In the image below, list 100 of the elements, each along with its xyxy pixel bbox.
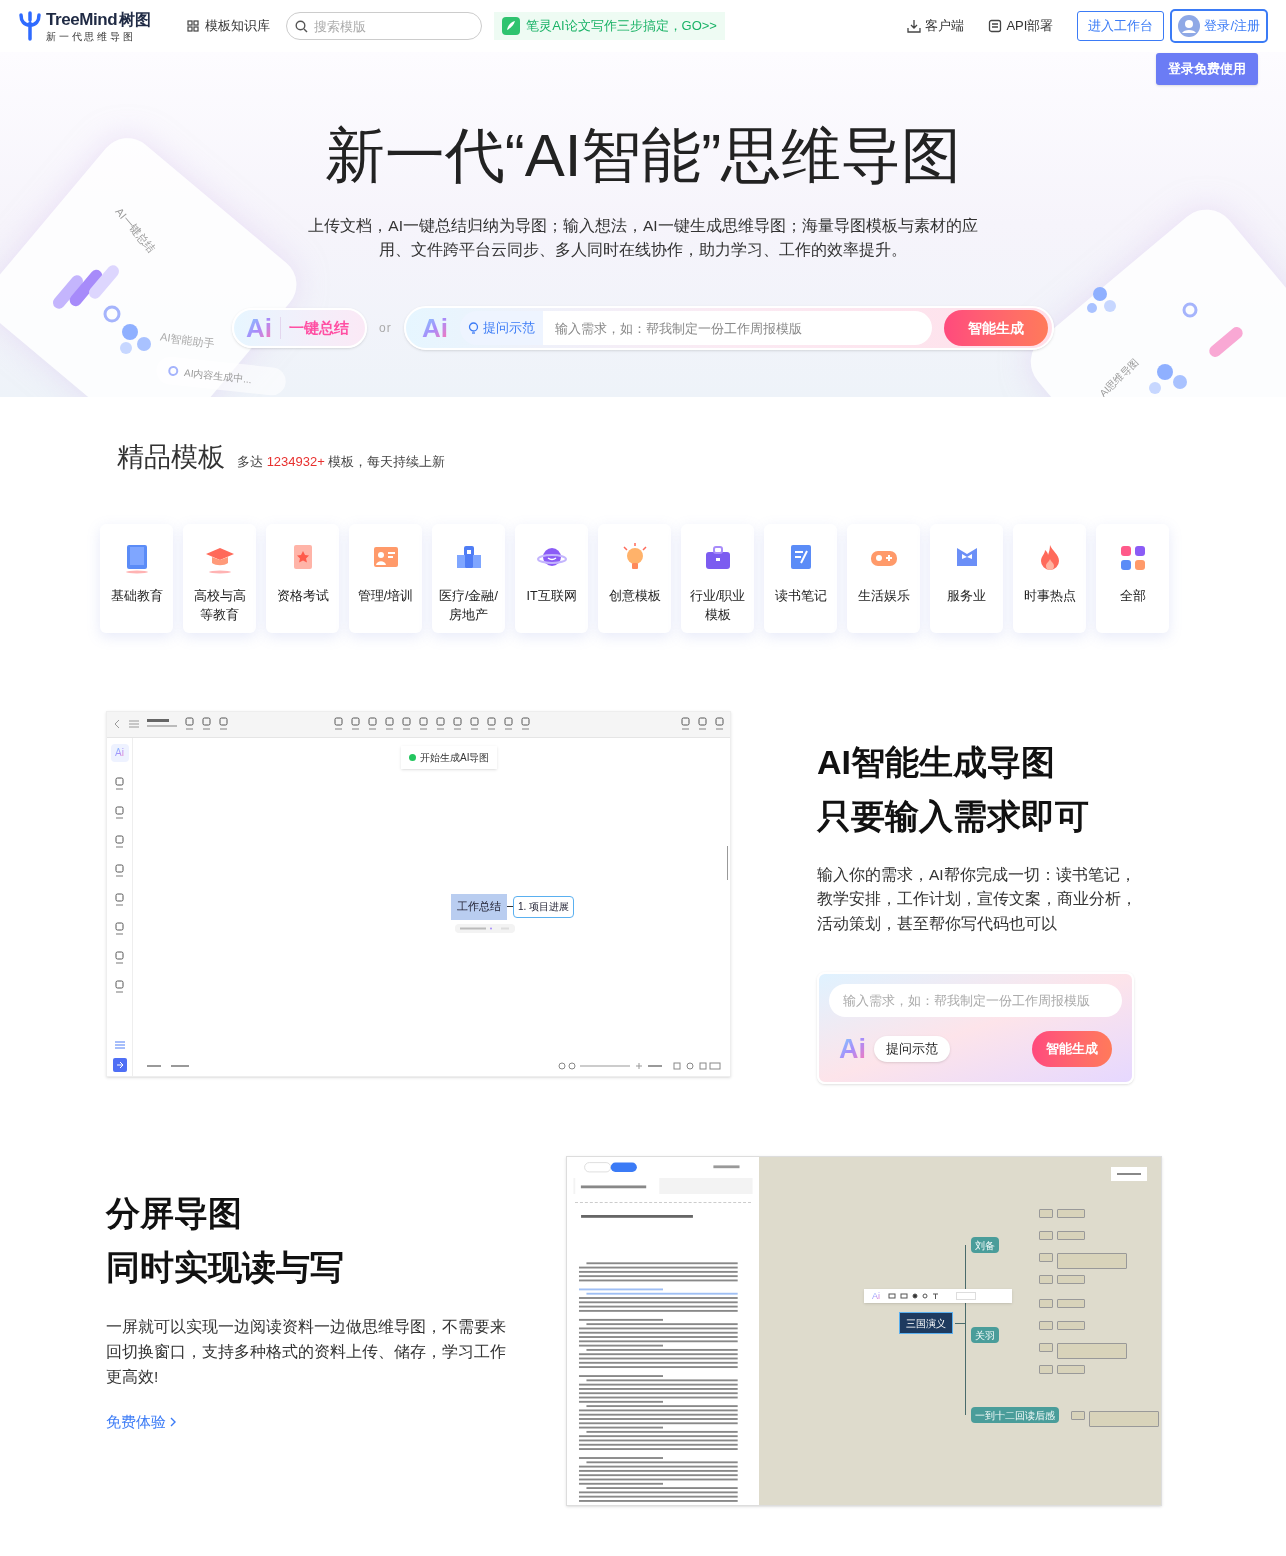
sidebar-button[interactable]	[115, 863, 124, 878]
chevron-right-icon	[170, 1417, 176, 1428]
template-category-card[interactable]: 创意模板	[598, 523, 671, 633]
logo-name: TreeMind	[46, 10, 118, 28]
mindmap-node	[1039, 1209, 1053, 1218]
mindmap-node	[1039, 1299, 1053, 1308]
generating-status-drawing	[455, 923, 515, 933]
free-trial-link[interactable]: 免费体验	[106, 1411, 176, 1434]
download-icon	[907, 19, 922, 33]
section-title: 精品模板	[117, 441, 225, 474]
mindmap-icon[interactable]	[112, 1057, 127, 1072]
decor-label: AI智能助手	[159, 329, 216, 352]
template-category-card[interactable]: 基础教育	[100, 523, 173, 633]
mindmap-branch-node: 刘备	[971, 1237, 999, 1253]
toolbar-button[interactable]	[715, 717, 724, 731]
mindmap-node	[1089, 1411, 1159, 1427]
decor-card-label: AI一键总结	[112, 204, 159, 257]
mindmap-node	[1057, 1275, 1085, 1284]
hero-title: 新一代“AI智能”思维导图	[324, 121, 962, 191]
example-chip[interactable]: 提问示范	[874, 1036, 950, 1062]
server-icon	[988, 19, 1003, 33]
search-field[interactable]: 搜索模版	[286, 12, 483, 40]
template-category-card[interactable]: 管理/培训	[349, 523, 422, 633]
template-category-card[interactable]: 高校与高等教育	[183, 523, 256, 633]
font-size-field[interactable]	[956, 1292, 976, 1300]
mindmap-branch-node: 一到十二回读后感	[971, 1407, 1059, 1423]
toolbar-button[interactable]	[453, 717, 462, 731]
ai-input-field[interactable]: 输入需求，如：帮我制定一份工作周报模版	[543, 311, 933, 345]
logo-tagline: 新 一 代 思 维 导 图	[46, 31, 134, 42]
template-category-card[interactable]: 时事热点	[1013, 523, 1086, 633]
feature-heading: 只要输入需求即可	[817, 795, 1090, 837]
mindmap-node	[1039, 1253, 1053, 1262]
workspace-button[interactable]: 进入工作台	[1077, 11, 1165, 41]
sidebar-button[interactable]	[115, 921, 124, 936]
template-category-card[interactable]: 服务业	[930, 523, 1003, 633]
decor-card-label: AI思维导图	[1096, 355, 1142, 397]
template-category-card[interactable]: 行业/职业模板	[681, 523, 754, 633]
toolbar-button[interactable]	[504, 717, 513, 731]
toolbar-button[interactable]	[334, 717, 343, 731]
toolbar-button[interactable]	[419, 717, 428, 731]
template-category-card[interactable]: 读书笔记	[764, 523, 837, 633]
template-category-card[interactable]: 全部	[1096, 523, 1169, 633]
sidebar-button[interactable]	[115, 892, 124, 907]
mindmap-node	[1071, 1411, 1085, 1420]
toolbar-button[interactable]	[698, 717, 707, 731]
mindmap-root-node: 工作总结	[451, 893, 507, 920]
mindmap-node	[1057, 1343, 1127, 1359]
toolbar-button[interactable]	[436, 717, 445, 731]
mindmap-node	[1057, 1209, 1085, 1218]
mindmap-node	[1057, 1253, 1127, 1269]
mindmap-child-node: 1. 项目进展	[513, 895, 575, 918]
check-icon	[409, 753, 416, 761]
back-icon[interactable]	[113, 719, 121, 729]
login-button[interactable]: 登录/注册	[1170, 9, 1268, 43]
feature-heading: 同时实现读与写	[106, 1247, 345, 1288]
toolbar-button[interactable]	[368, 717, 377, 731]
ai-logo: Ai	[115, 747, 124, 758]
mindmap-node	[1057, 1365, 1085, 1374]
toolbar-button[interactable]	[185, 717, 194, 731]
tree-logo-icon	[18, 11, 42, 41]
toolbar-button[interactable]	[470, 717, 479, 731]
toolbar-button[interactable]	[487, 717, 496, 731]
toolbar-button[interactable]	[402, 717, 411, 731]
feature-heading: 分屏导图	[106, 1193, 243, 1234]
toolbar-button[interactable]	[351, 717, 360, 731]
mindmap-node	[1039, 1343, 1053, 1352]
toolbar-button[interactable]	[202, 717, 211, 731]
header-link[interactable]: 客户端	[907, 16, 965, 36]
feature-description: 输入你的需求，AI帮你完成一切：读书笔记，教学安排，工作计划，宣传文案，商业分析，活动策划，甚至帮你写代码也可以	[817, 864, 1137, 934]
template-category-card[interactable]: 生活娱乐	[847, 523, 920, 633]
sidebar-button[interactable]	[115, 950, 124, 965]
template-category-card[interactable]: 医疗/金融/房地产	[432, 523, 505, 633]
header-link[interactable]: API部署	[988, 16, 1054, 36]
template-category-card[interactable]: 资格考试	[266, 523, 339, 633]
toolbar-button[interactable]	[385, 717, 394, 731]
mindmap-node	[1057, 1299, 1085, 1308]
sidebar-button[interactable]	[115, 834, 124, 849]
toast-message: 开始生成AI导图	[401, 745, 498, 769]
toolbar-button[interactable]	[219, 717, 228, 731]
mindmap-node	[1057, 1231, 1085, 1240]
search-icon	[295, 20, 309, 33]
logo-chinese: 树图	[119, 11, 152, 28]
template-category-card[interactable]: IT互联网	[515, 523, 588, 633]
section-subtitle: 多达 1234932+ 模板，每天持续上新	[237, 453, 446, 471]
mindmap-node	[1039, 1275, 1053, 1284]
templates-link[interactable]: 模板知识库	[187, 16, 271, 36]
sidebar-button[interactable]	[115, 805, 124, 820]
mindmap-branch-node: 关羽	[971, 1327, 999, 1343]
toolbar-button[interactable]	[521, 717, 530, 731]
mindmap-node	[1039, 1365, 1053, 1374]
toolbar-button[interactable]	[681, 717, 690, 731]
or-separator: or	[378, 320, 393, 337]
lightbulb-icon	[468, 322, 480, 334]
sidebar-button[interactable]	[115, 776, 124, 791]
example-chip[interactable]: 提问示范	[460, 311, 544, 345]
avatar-icon	[1178, 15, 1201, 37]
grid-icon	[187, 20, 200, 32]
sidebar-button[interactable]	[115, 979, 124, 994]
exit-split-button[interactable]	[1111, 1167, 1147, 1181]
feature-heading: AI智能生成导图	[817, 741, 1056, 783]
